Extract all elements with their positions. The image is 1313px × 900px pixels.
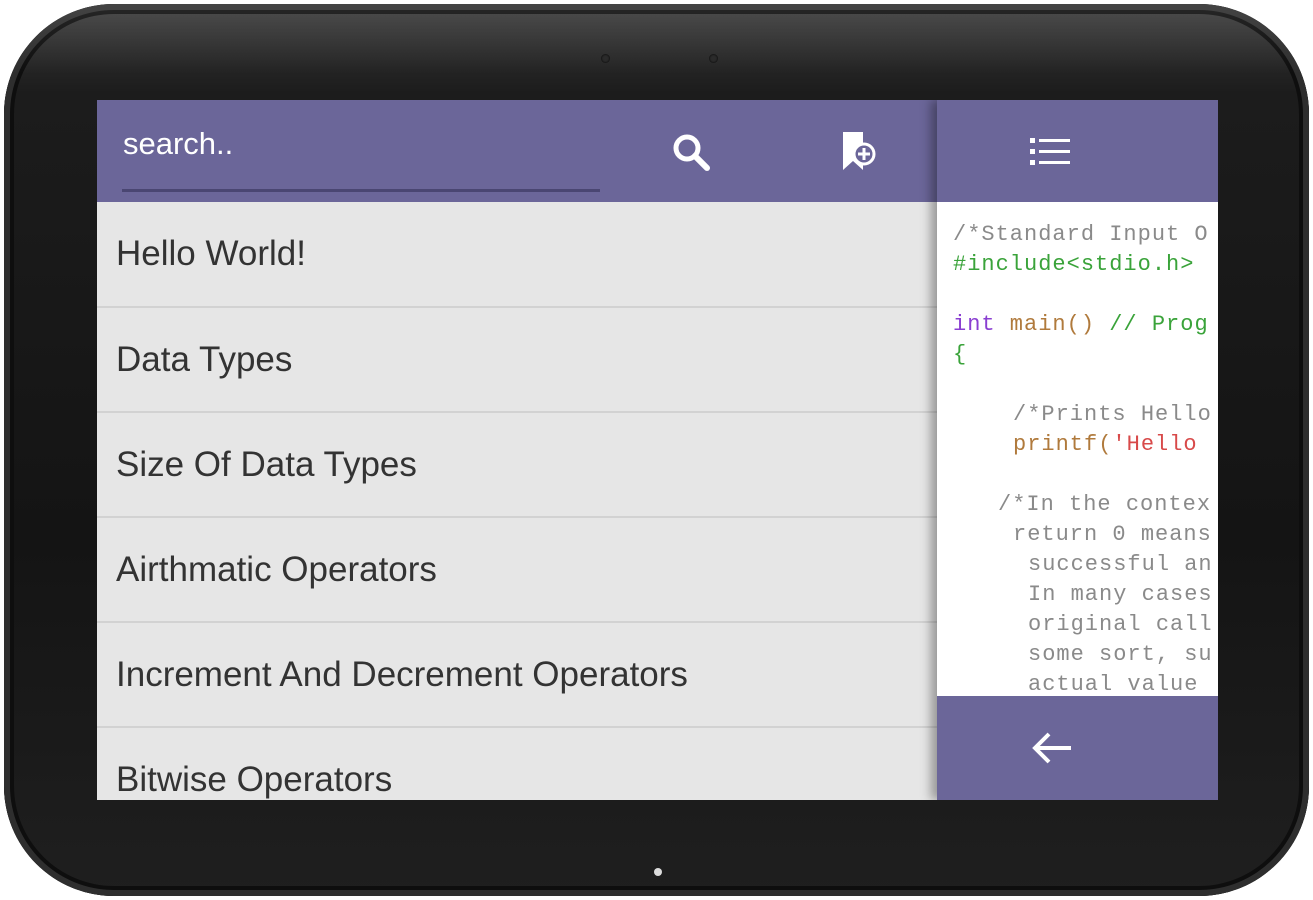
home-indicator (654, 868, 662, 876)
list-item[interactable]: Size Of Data Types (97, 413, 937, 518)
list-item-label: Airthmatic Operators (116, 549, 437, 589)
code-line: actual value (1028, 672, 1199, 697)
code-line: return 0 means (1013, 522, 1212, 547)
list-item-label: Data Types (116, 339, 293, 379)
code-panel-footer (937, 696, 1218, 800)
code-keyword: int (953, 312, 996, 337)
code-line: /*Standard Input O (953, 222, 1209, 247)
code-function: printf( (1013, 432, 1113, 457)
top-toolbar (97, 100, 937, 202)
list-item-label: Hello World! (116, 234, 306, 273)
code-line: printf('Hello (1013, 432, 1198, 457)
code-panel-header (937, 100, 1218, 202)
code-preview-panel: /*Standard Input O #include<stdio.h> int… (937, 100, 1218, 800)
code-comment: // Prog (1095, 312, 1209, 337)
list-item-label: Increment And Decrement Operators (116, 654, 688, 694)
search-underline (122, 189, 600, 192)
code-string: 'Hello (1112, 432, 1198, 457)
topics-panel: Hello World! Data Types Size Of Data Typ… (97, 100, 937, 800)
code-line: /*In the contex (998, 492, 1212, 517)
topic-list: Hello World! Data Types Size Of Data Typ… (97, 202, 937, 800)
topic-list-button[interactable] (1021, 123, 1079, 181)
list-item[interactable]: Airthmatic Operators (97, 518, 937, 623)
add-bookmark-button[interactable] (829, 124, 885, 180)
code-line: In many cases (1028, 582, 1213, 607)
code-line: successful an (1028, 552, 1213, 577)
arrow-left-icon (1032, 732, 1071, 764)
back-button[interactable] (1025, 722, 1077, 774)
code-line: some sort, su (1028, 642, 1213, 667)
search-input[interactable] (123, 122, 601, 166)
code-function: main() (995, 312, 1096, 337)
list-item[interactable]: Bitwise Operators (97, 728, 937, 800)
front-camera (709, 54, 718, 63)
bookmark-add-icon (843, 132, 876, 170)
list-item[interactable]: Increment And Decrement Operators (97, 623, 937, 728)
code-line: { (953, 342, 968, 367)
list-item[interactable]: Data Types (97, 308, 937, 413)
list-item-label: Bitwise Operators (116, 759, 393, 799)
code-line: #include<stdio.h> (953, 252, 1195, 277)
app-screen: Hello World! Data Types Size Of Data Typ… (97, 100, 1218, 800)
sensor-dot (601, 54, 610, 63)
list-item-label: Size Of Data Types (116, 444, 417, 484)
code-line: original call (1028, 612, 1213, 637)
list-icon (1030, 138, 1070, 165)
search-icon (673, 134, 710, 171)
search-button[interactable] (663, 124, 719, 180)
list-item[interactable]: Hello World! (97, 202, 937, 308)
code-line: int main() // Prog (953, 312, 1209, 337)
code-line: /*Prints Hello (1013, 402, 1212, 427)
